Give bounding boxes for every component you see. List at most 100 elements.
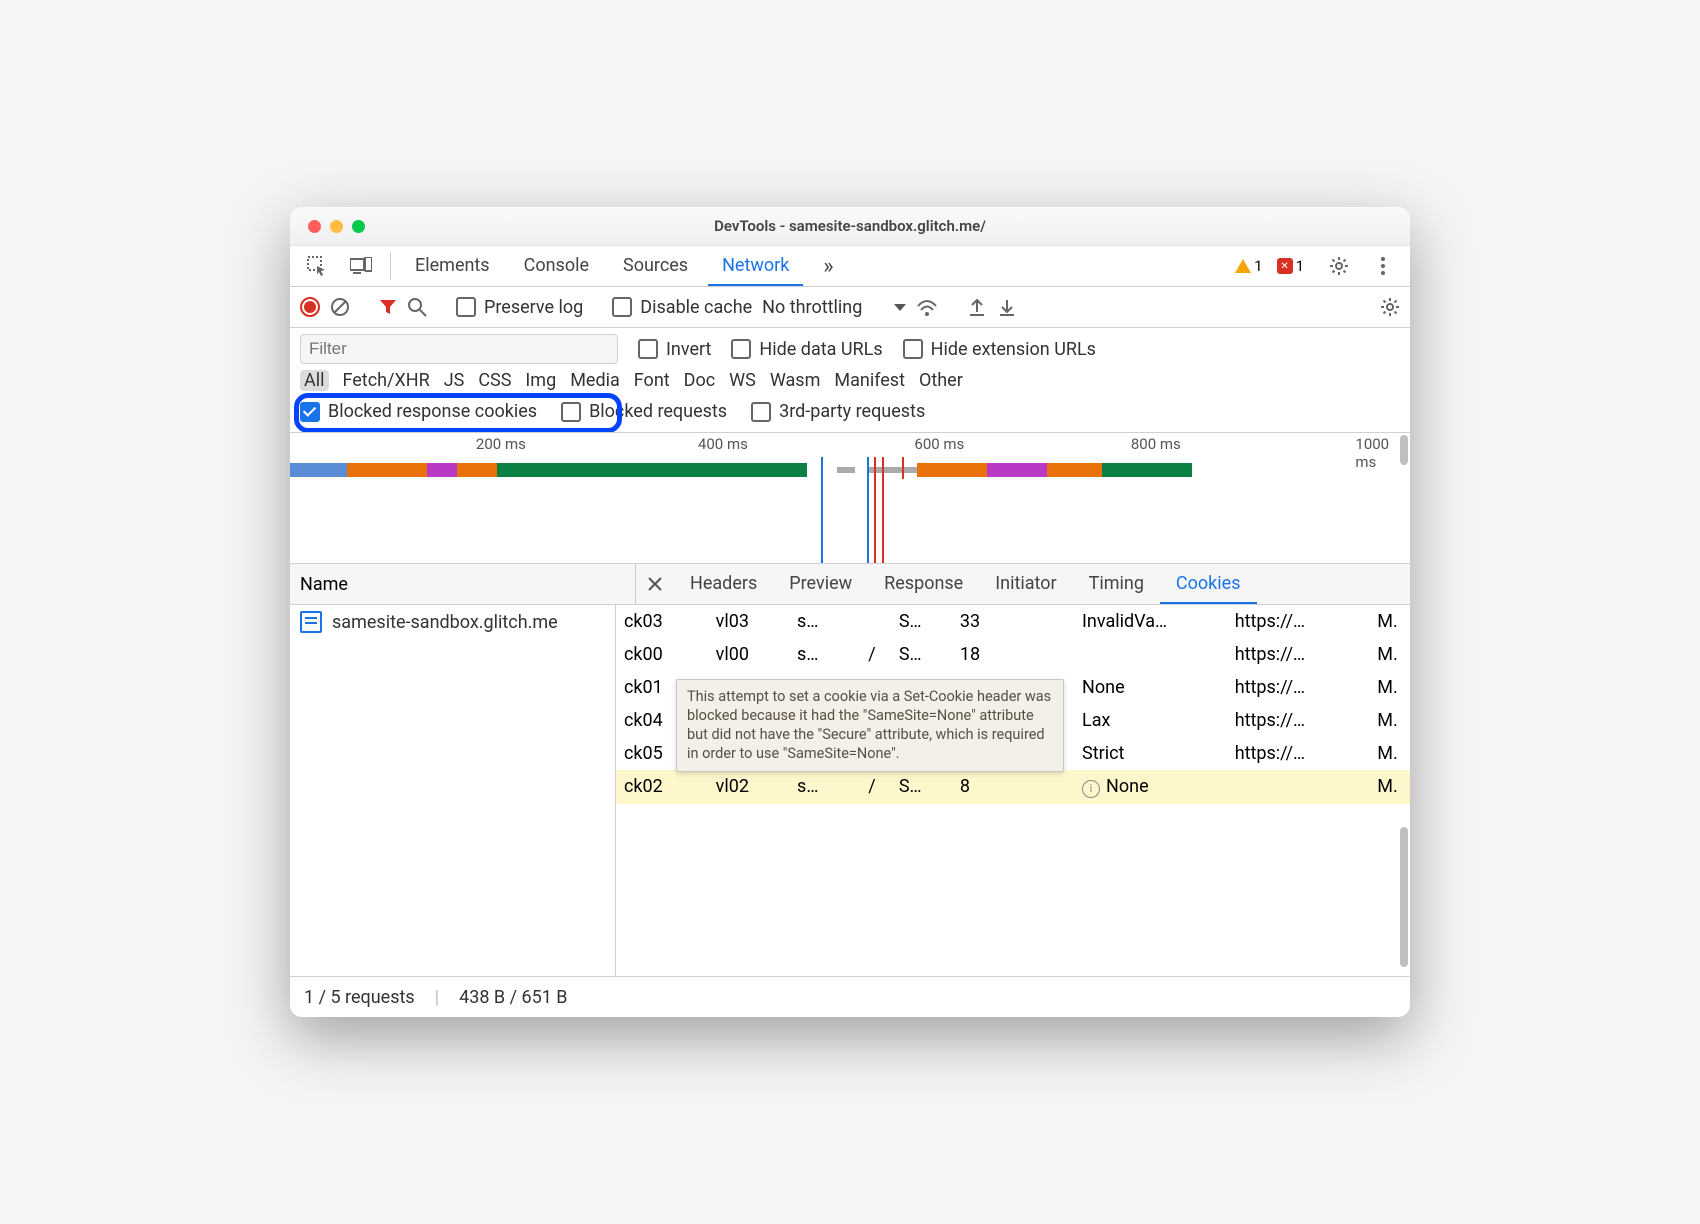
- more-tabs-icon[interactable]: »: [809, 246, 847, 286]
- minimize-button[interactable]: [330, 220, 343, 233]
- inspect-icon[interactable]: [298, 246, 336, 286]
- network-conditions-icon[interactable]: [916, 298, 938, 316]
- checkbox-icon: [456, 297, 476, 317]
- overview-bar: [290, 463, 807, 477]
- cookie-cell: [1043, 605, 1074, 638]
- cookie-cell: Lax: [1074, 704, 1227, 737]
- cookie-cell: /: [860, 638, 891, 671]
- type-wasm[interactable]: Wasm: [770, 370, 821, 391]
- network-settings-gear-icon[interactable]: [1380, 297, 1400, 317]
- cookie-cell: ck00: [616, 638, 708, 671]
- divider: [390, 252, 391, 280]
- preserve-log-label: Preserve log: [484, 297, 583, 318]
- clear-button[interactable]: [330, 297, 350, 317]
- dtab-response[interactable]: Response: [868, 564, 979, 604]
- gap: [837, 467, 855, 473]
- maximize-button[interactable]: [352, 220, 365, 233]
- type-media[interactable]: Media: [570, 370, 620, 391]
- tick: 400 ms: [698, 435, 748, 453]
- close-button[interactable]: [308, 220, 321, 233]
- type-doc[interactable]: Doc: [684, 370, 716, 391]
- error-icon: ✕: [1277, 258, 1293, 274]
- scrollbar[interactable]: [1400, 827, 1408, 967]
- dtab-cookies[interactable]: Cookies: [1160, 564, 1257, 604]
- type-ws[interactable]: WS: [729, 370, 756, 391]
- cookies-panel[interactable]: ck03vl03s…S…33InvalidVa…https://…M.ck00v…: [616, 605, 1410, 976]
- timeline-overview[interactable]: 200 ms 400 ms 600 ms 800 ms 1000 ms: [290, 432, 1410, 564]
- upload-har-icon[interactable]: [967, 297, 987, 317]
- tick: 200 ms: [476, 435, 526, 453]
- warning-icon: [1235, 259, 1251, 273]
- search-icon[interactable]: [407, 297, 427, 317]
- type-img[interactable]: Img: [525, 370, 556, 391]
- blocked-requests-checkbox[interactable]: Blocked requests: [561, 401, 727, 422]
- cookie-cell: M.: [1369, 638, 1410, 671]
- blocked-response-cookies-checkbox[interactable]: Blocked response cookies: [300, 401, 537, 422]
- preserve-log-checkbox[interactable]: Preserve log: [456, 297, 583, 318]
- cookie-row[interactable]: ck02vl02s…/S…8iNoneM.: [616, 770, 1410, 804]
- document-icon: [300, 611, 322, 633]
- name-column-header[interactable]: Name: [290, 564, 636, 604]
- hide-data-urls-checkbox[interactable]: Hide data URLs: [731, 339, 882, 360]
- cookie-cell: 8: [952, 770, 1013, 804]
- tab-sources[interactable]: Sources: [609, 246, 702, 286]
- disable-cache-label: Disable cache: [640, 297, 752, 318]
- tab-console[interactable]: Console: [510, 246, 603, 286]
- type-css[interactable]: CSS: [478, 370, 511, 391]
- dtab-preview[interactable]: Preview: [773, 564, 868, 604]
- cookie-cell: M.: [1369, 704, 1410, 737]
- type-other[interactable]: Other: [919, 370, 963, 391]
- detail-body: samesite-sandbox.glitch.me ck03vl03s…S…3…: [290, 605, 1410, 976]
- invert-checkbox[interactable]: Invert: [638, 339, 711, 360]
- type-manifest[interactable]: Manifest: [834, 370, 905, 391]
- cookie-cell: InvalidVa…: [1074, 605, 1227, 638]
- dtab-headers[interactable]: Headers: [674, 564, 773, 604]
- network-toolbar: Preserve log Disable cache No throttling: [290, 287, 1410, 328]
- cookie-cell: iNone: [1074, 770, 1227, 804]
- cookie-cell: M.: [1369, 605, 1410, 638]
- cookie-cell: [1013, 638, 1044, 671]
- request-row[interactable]: samesite-sandbox.glitch.me: [290, 605, 615, 639]
- download-har-icon[interactable]: [997, 297, 1017, 317]
- filter-toggle-icon[interactable]: [379, 298, 397, 316]
- filter-input[interactable]: [300, 334, 618, 364]
- hide-data-label: Hide data URLs: [759, 339, 882, 360]
- tab-network[interactable]: Network: [708, 246, 803, 286]
- hide-ext-urls-checkbox[interactable]: Hide extension URLs: [903, 339, 1096, 360]
- warnings-badge[interactable]: 1: [1235, 246, 1262, 286]
- scrollbar[interactable]: [1400, 435, 1408, 465]
- blocked-cookie-tooltip: This attempt to set a cookie via a Set-C…: [676, 679, 1064, 772]
- dtab-timing[interactable]: Timing: [1073, 564, 1160, 604]
- cookie-cell: S…: [891, 638, 952, 671]
- settings-gear-icon[interactable]: [1320, 246, 1358, 286]
- kebab-menu-icon[interactable]: [1364, 246, 1402, 286]
- errors-badge[interactable]: ✕ 1: [1277, 246, 1304, 286]
- type-all[interactable]: All: [300, 370, 329, 391]
- third-party-checkbox[interactable]: 3rd-party requests: [751, 401, 925, 422]
- info-icon: i: [1082, 780, 1100, 798]
- disable-cache-checkbox[interactable]: Disable cache: [612, 297, 752, 318]
- tab-elements[interactable]: Elements: [401, 246, 504, 286]
- cookie-cell: https://…: [1227, 605, 1370, 638]
- throttling-select[interactable]: No throttling: [762, 297, 906, 318]
- close-details-button[interactable]: [636, 564, 674, 604]
- request-list[interactable]: samesite-sandbox.glitch.me: [290, 605, 616, 976]
- cookie-cell: [1013, 770, 1044, 804]
- cookie-cell: [1013, 605, 1044, 638]
- status-transfer: 438 B / 651 B: [459, 987, 567, 1008]
- cookie-row[interactable]: ck03vl03s…S…33InvalidVa…https://…M.: [616, 605, 1410, 638]
- type-font[interactable]: Font: [634, 370, 670, 391]
- dtab-initiator[interactable]: Initiator: [979, 564, 1072, 604]
- type-fetchxhr[interactable]: Fetch/XHR: [343, 370, 430, 391]
- type-js[interactable]: JS: [444, 370, 465, 391]
- cookie-row[interactable]: ck00vl00s…/S…18https://…M.: [616, 638, 1410, 671]
- cookie-cell: s…: [789, 605, 860, 638]
- cookie-cell: /: [860, 770, 891, 804]
- record-button[interactable]: [300, 297, 320, 317]
- cookie-cell: [1043, 638, 1074, 671]
- cookie-cell: M.: [1369, 770, 1410, 804]
- cookie-cell: s…: [789, 638, 860, 671]
- cookie-cell: vl03: [708, 605, 789, 638]
- device-toggle-icon[interactable]: [342, 246, 380, 286]
- status-requests: 1 / 5 requests: [304, 987, 415, 1008]
